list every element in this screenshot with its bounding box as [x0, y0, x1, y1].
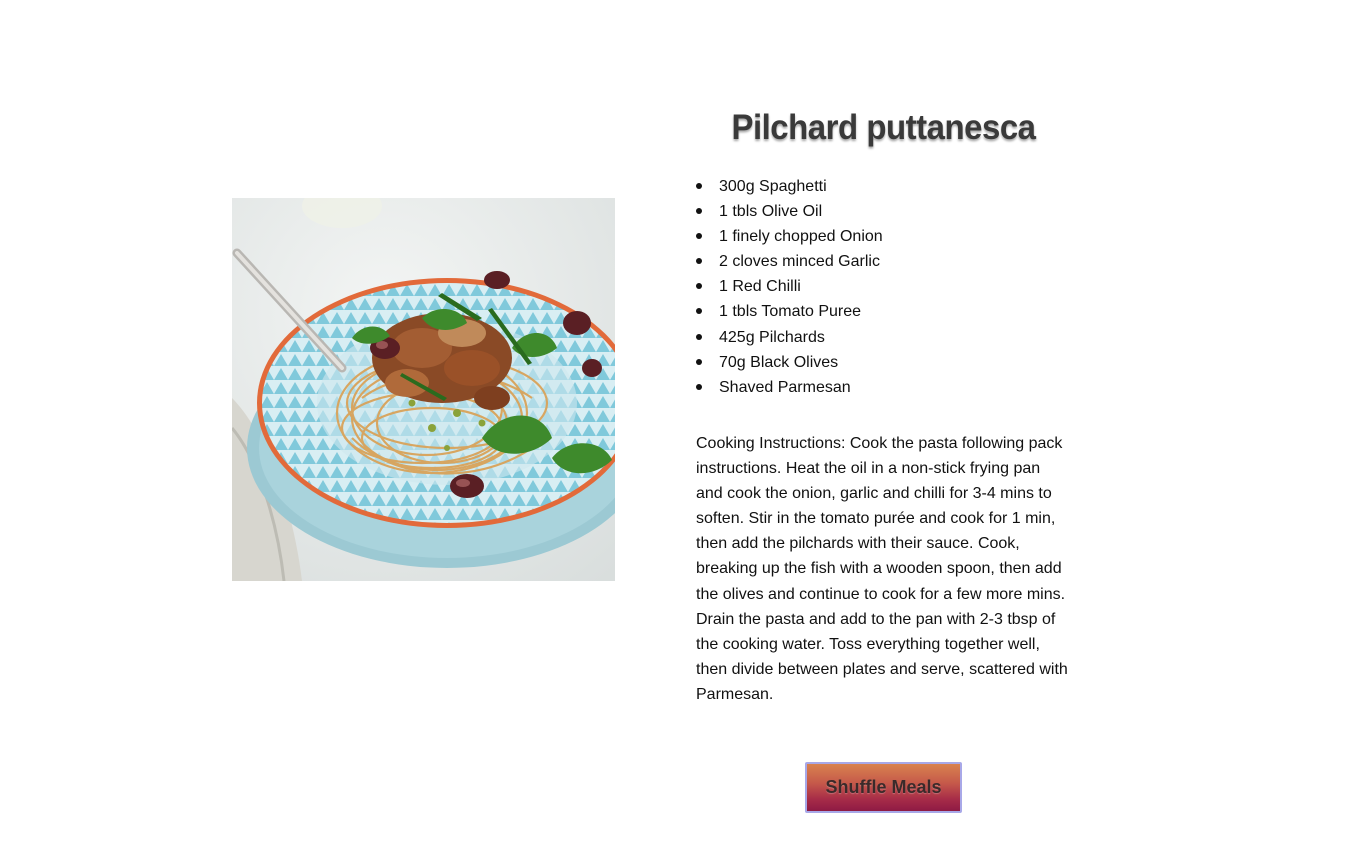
ingredient-item: 1 tbls Tomato Puree: [696, 299, 883, 324]
cooking-instructions: Cooking Instructions: Cook the pasta fol…: [696, 435, 1068, 703]
ingredient-text: 1 finely chopped Onion: [719, 228, 883, 246]
ingredient-item: 70g Black Olives: [696, 350, 883, 375]
ingredient-item: 1 tbls Olive Oil: [696, 199, 883, 224]
bullet-icon: [696, 308, 702, 315]
ingredient-item: 2 cloves minced Garlic: [696, 249, 883, 274]
shuffle-meals-button[interactable]: Shuffle Meals: [805, 762, 962, 813]
meal-image: [232, 198, 615, 581]
bullet-icon: [696, 383, 702, 390]
ingredients-list: 300g Spaghetti 1 tbls Olive Oil 1 finely…: [696, 174, 883, 400]
ingredient-text: 1 tbls Olive Oil: [719, 203, 823, 221]
bullet-icon: [696, 333, 702, 340]
bullet-icon: [696, 258, 702, 265]
bullet-icon: [696, 233, 702, 240]
ingredient-text: 1 Red Chilli: [719, 278, 801, 296]
ingredient-text: 425g Pilchards: [719, 328, 825, 346]
ingredient-text: 2 cloves minced Garlic: [719, 253, 880, 271]
ingredient-text: Shaved Parmesan: [719, 378, 851, 396]
bullet-icon: [696, 358, 702, 365]
ingredient-text: 1 tbls Tomato Puree: [719, 303, 862, 321]
bullet-icon: [696, 283, 702, 290]
ingredient-text: 70g Black Olives: [719, 353, 839, 371]
ingredient-text: 300g Spaghetti: [719, 178, 827, 195]
bullet-icon: [696, 208, 702, 215]
meal-page: Pilchard puttanesca 300g Spaghetti 1 tbl…: [0, 0, 1353, 861]
bullet-icon: [696, 183, 702, 189]
ingredient-item: Shaved Parmesan: [696, 375, 883, 400]
ingredient-item: 1 Red Chilli: [696, 274, 883, 299]
ingredient-item: 1 finely chopped Onion: [696, 224, 883, 249]
ingredient-item: 425g Pilchards: [696, 325, 883, 350]
meal-title: Pilchard puttanesca: [731, 106, 1036, 147]
ingredient-item: 300g Spaghetti: [696, 174, 883, 199]
